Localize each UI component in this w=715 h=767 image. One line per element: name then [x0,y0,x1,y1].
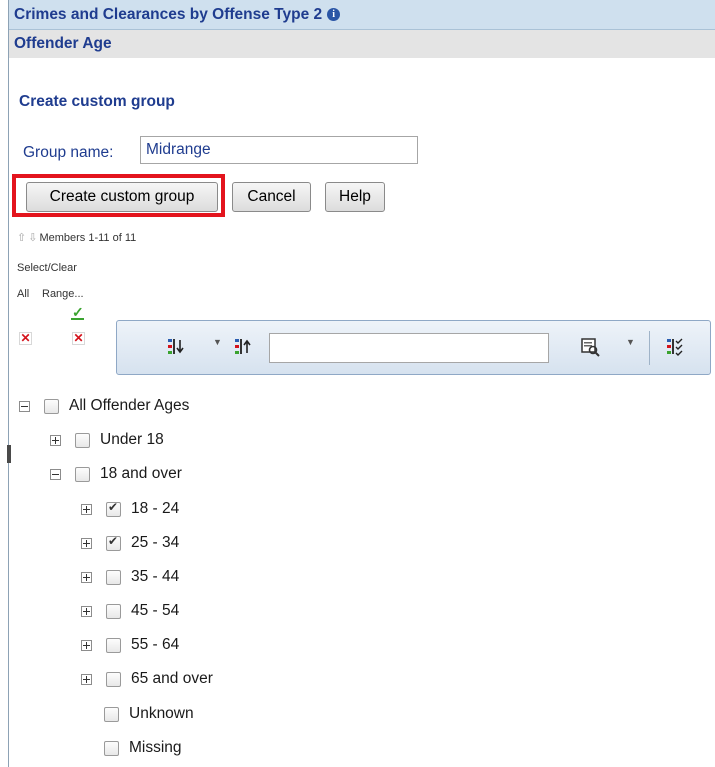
expand-icon[interactable] [81,673,92,685]
select-clear-label: Select/Clear [17,262,77,274]
expand-icon[interactable] [81,605,92,617]
members-text: Members 1-11 of 11 [39,231,137,244]
select-range-icon[interactable]: ✓ [71,304,84,321]
tree-item-label: 18 - 24 [131,500,180,517]
tree-item-18-24[interactable]: 18 - 24 [81,492,179,526]
main-panel: Crimes and Clearances by Offense Type 2 … [9,0,715,767]
tree-item-unknown[interactable]: Unknown [81,697,194,731]
tree-item-under-18[interactable]: Under 18 [50,423,164,457]
help-button[interactable]: Help [325,182,385,212]
checkbox[interactable] [75,466,90,482]
tree-item-label: 65 and over [131,670,213,687]
show-selected-icon[interactable] [666,337,686,357]
clear-all-icon[interactable]: ✕ [19,332,32,345]
dimension-title: Offender Age [14,35,112,52]
tree-item-label: 55 - 64 [131,636,180,653]
arrow-down-icon[interactable]: ⇩ [28,231,37,244]
tree-item-25-34[interactable]: 25 - 34 [81,526,179,560]
arrow-up-icon[interactable]: ⇧ [17,231,26,244]
tree-item-label: 35 - 44 [131,568,180,585]
tree-item-label: Missing [129,739,182,756]
toolbar-separator [649,331,650,365]
sort-dropdown-icon[interactable]: ▼ [213,337,222,347]
tree-item-55-64[interactable]: 55 - 64 [81,628,179,662]
collapse-icon[interactable] [19,400,30,412]
checkbox[interactable] [106,603,121,619]
member-search-input[interactable] [269,333,549,363]
checkbox[interactable] [106,569,121,585]
expand-icon[interactable] [50,434,61,446]
tree-item-label: 45 - 54 [131,602,180,619]
info-icon[interactable]: i [327,8,341,21]
member-toolbar: ▼ ▼ [116,320,711,375]
collapse-icon[interactable] [50,468,61,480]
tree-item-label: Under 18 [100,431,164,448]
tree-item-18-and-over[interactable]: 18 and over [50,457,182,491]
tree-item-label: All Offender Ages [69,397,190,414]
expand-icon[interactable] [81,503,92,515]
checkbox[interactable] [75,432,90,448]
expand-icon[interactable] [81,537,92,549]
expand-icon[interactable] [81,571,92,583]
checkbox[interactable] [104,706,119,722]
sort-descending-icon[interactable] [167,337,187,357]
checkbox[interactable] [104,740,119,756]
members-count: ⇧ ⇩ Members 1-11 of 11 [17,231,137,245]
page-title: Crimes and Clearances by Offense Type 2 [14,5,323,23]
range-label: Range... [42,288,84,300]
tree-item-label: 18 and over [100,465,182,482]
tree-item-35-44[interactable]: 35 - 44 [81,560,179,594]
subtitle-bar: Offender Age [9,30,715,58]
tree-item-label: 25 - 34 [131,534,180,551]
clear-range-icon[interactable]: ✕ [72,332,85,345]
checkbox[interactable] [44,398,59,414]
checkbox[interactable] [106,671,121,687]
group-name-label: Group name: [23,144,114,161]
tree-item-45-54[interactable]: 45 - 54 [81,594,179,628]
search-dropdown-icon[interactable]: ▼ [626,337,635,347]
search-options-icon[interactable] [580,337,600,357]
tree-item-missing[interactable]: Missing [81,731,182,765]
checkbox-checked[interactable] [106,500,121,517]
left-frame-border [0,0,9,767]
cancel-button[interactable]: Cancel [232,182,311,212]
group-name-input[interactable] [140,136,418,164]
checkbox-checked[interactable] [106,534,121,551]
tree-item-all-offender-ages[interactable]: All Offender Ages [19,389,189,423]
highlight-box [12,174,225,217]
expand-icon[interactable] [81,639,92,651]
tree-item-label: Unknown [129,705,194,722]
tree-item-65-and-over[interactable]: 65 and over [81,662,213,696]
title-bar: Crimes and Clearances by Offense Type 2 … [9,0,715,30]
section-title: Create custom group [19,93,175,110]
sort-ascending-icon[interactable] [234,337,254,357]
checkbox[interactable] [106,637,121,653]
all-label: All [17,288,30,300]
